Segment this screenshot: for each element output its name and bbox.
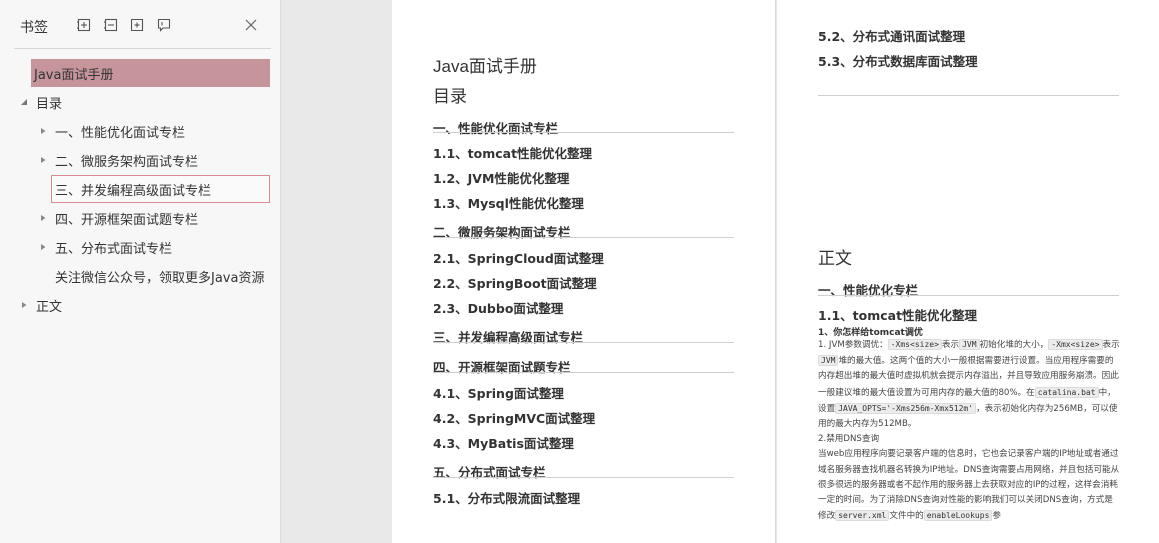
inline-code: JVM — [959, 339, 980, 350]
text-run: 文件中的 — [889, 511, 924, 522]
toc-end-rule — [818, 95, 1119, 96]
collapsed-arrow-icon[interactable] — [37, 241, 49, 253]
bookmark-item-microservice[interactable]: 二、微服务架构面试专栏 — [37, 146, 270, 174]
expand-all-icon[interactable] — [76, 17, 92, 33]
document-title: Java面试手册 — [433, 57, 537, 76]
bookmarks-header: 书签 — [0, 0, 281, 50]
collapsed-arrow-icon[interactable] — [37, 154, 49, 166]
document-canvas-gap — [282, 0, 392, 543]
bookmark-label: 一、性能优化面试专栏 — [55, 125, 186, 141]
expanded-arrow-icon[interactable] — [18, 96, 30, 108]
text-run: 初始化堆的大小， — [979, 340, 1049, 350]
bookmark-item-distributed[interactable]: 五、分布式面试专栏 — [37, 233, 270, 261]
inline-code: -Xms<size> — [887, 339, 942, 350]
sub-heading: 1.1、tomcat性能优化整理 — [818, 308, 978, 323]
section-heading: 一、性能优化专栏 — [818, 283, 919, 298]
bookmark-edit-icon[interactable] — [156, 17, 172, 33]
document-page-right: 5.2、分布式通讯面试整理 5.3、分布式数据库面试整理 正文 一、性能优化专栏… — [777, 0, 1159, 543]
bookmark-item-wechat[interactable]: 关注微信公众号，领取更多Java资源 — [55, 262, 270, 290]
bookmark-item-concurrency[interactable]: 三、并发编程高级面试专栏 — [51, 175, 270, 203]
toc-entry[interactable]: 三、并发编程高级面试专栏 — [433, 327, 583, 346]
toc-title: 目录 — [433, 87, 467, 106]
bookmark-item-opensource[interactable]: 四、开源框架面试题专栏 — [37, 204, 270, 232]
document-page-left: Java面试手册 目录 一、性能优化面试专栏 1.1、tomcat性能优化整理 … — [392, 0, 776, 543]
toc-entry[interactable]: 4.3、MyBatis面试整理 — [433, 433, 574, 452]
toc-entry[interactable]: 4.2、SpringMVC面试整理 — [433, 408, 595, 427]
text-run: 表示 — [941, 340, 960, 350]
add-bookmark-icon[interactable] — [129, 17, 145, 33]
toc-rule — [433, 477, 734, 478]
bookmark-item-toc[interactable]: 目录 — [18, 88, 270, 116]
toc-entry[interactable]: 1.1、tomcat性能优化整理 — [433, 143, 592, 162]
toc-entry[interactable]: 二、微服务架构面试专栏 — [433, 222, 571, 241]
toc-entry[interactable]: 4.1、Spring面试整理 — [433, 383, 564, 402]
toc-entry[interactable]: 1.2、JVM性能优化整理 — [433, 168, 569, 187]
inline-code: JVM — [818, 355, 839, 367]
toc-entry[interactable]: 2.3、Dubbo面试整理 — [433, 298, 563, 317]
toc-entry[interactable]: 四、开源框架面试题专栏 — [433, 357, 571, 376]
section-rule — [818, 295, 1119, 296]
collapsed-arrow-icon[interactable] — [37, 212, 49, 224]
bookmark-item-body[interactable]: 正文 — [18, 291, 270, 319]
bookmark-label: 二、微服务架构面试专栏 — [55, 154, 199, 170]
text-run: 参 — [992, 511, 1001, 522]
collapsed-arrow-icon[interactable] — [18, 299, 30, 311]
close-icon[interactable] — [243, 17, 259, 33]
collapse-all-icon[interactable] — [103, 17, 119, 33]
bookmarks-title: 书签 — [20, 20, 48, 36]
bookmarks-panel: 书签 Java面试手册 目录 一、性能优化面试专栏 二、微服务架构面试专栏 三、… — [0, 0, 281, 543]
bookmarks-divider — [14, 48, 271, 49]
bookmark-label: 正文 — [36, 299, 63, 315]
inline-code: catalina.bat — [1034, 386, 1099, 398]
inline-code: server.xml — [835, 510, 890, 522]
body-paragraph-jvm: 1. JVM参数调优： -Xms<size> 表示 JVM 初始化堆的大小， -Xmx<s… — [818, 337, 1120, 524]
toc-entry[interactable]: 5.1、分布式限流面试整理 — [433, 488, 580, 507]
toc-entry[interactable]: 5.2、分布式通讯面试整理 — [818, 26, 965, 45]
bookmark-label: 五、分布式面试专栏 — [55, 241, 173, 257]
bookmark-label: 四、开源框架面试题专栏 — [55, 212, 199, 228]
bookmark-label: 关注微信公众号，领取更多Java资源 — [55, 270, 265, 286]
inline-code: -Xmx<size> — [1048, 339, 1103, 350]
toc-rule — [433, 372, 734, 373]
bookmark-label: Java面试手册 — [34, 67, 114, 83]
inline-code: enableLookups — [923, 510, 993, 522]
toc-entry[interactable]: 5.3、分布式数据库面试整理 — [818, 51, 978, 70]
toc-entry[interactable]: 1.3、Mysql性能优化整理 — [433, 193, 584, 212]
toc-rule — [433, 237, 734, 238]
inline-code: JAVA_OPTS='-Xms256m-Xmx512m' — [835, 402, 977, 414]
bookmark-item-perf[interactable]: 一、性能优化面试专栏 — [37, 117, 270, 145]
bookmark-label: 目录 — [36, 96, 63, 112]
toc-entry[interactable]: 2.2、SpringBoot面试整理 — [433, 273, 597, 292]
toc-entry[interactable]: 五、分布式面试专栏 — [433, 462, 546, 481]
toc-rule — [433, 342, 734, 343]
text-run: 表示 — [1102, 340, 1120, 350]
toc-rule — [433, 132, 734, 133]
toc-entry[interactable]: 一、性能优化面试专栏 — [433, 118, 558, 137]
bookmark-label: 三、并发编程高级面试专栏 — [55, 183, 212, 199]
collapsed-arrow-icon[interactable] — [37, 125, 49, 137]
text-run: 2.禁用DNS查询 — [818, 434, 880, 445]
main-title: 正文 — [818, 249, 852, 268]
toc-entry[interactable]: 2.1、SpringCloud面试整理 — [433, 248, 604, 267]
text-run: 1. JVM参数调优： — [818, 340, 888, 350]
bookmark-item-java-handbook[interactable]: Java面试手册 — [31, 59, 270, 87]
